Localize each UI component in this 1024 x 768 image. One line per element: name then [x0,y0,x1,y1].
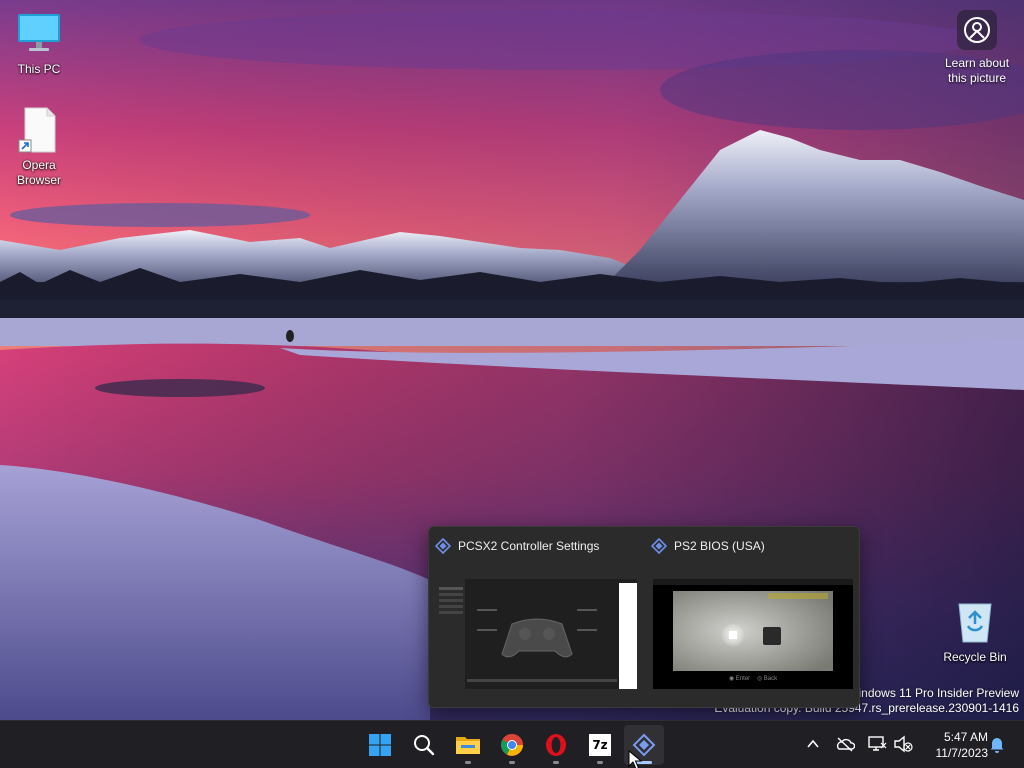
desktop-icon-label: Opera Browser [16,158,61,187]
taskbar-search-button[interactable] [404,725,444,765]
network-icon [868,736,887,751]
running-indicator [465,761,471,764]
desktop-icon-this-pc[interactable]: This PC [0,10,78,77]
thumbnail-pcsx2-controller-settings[interactable]: PCSX2 Controller Settings [429,527,643,707]
folder-icon [456,737,480,754]
thumbnail-title: PCSX2 Controller Settings [435,537,599,555]
camera-location-icon [957,10,997,50]
desktop-icon-label: Recycle Bin [943,650,1007,664]
opera-icon [546,734,566,756]
seven-zip-icon: 7z [589,734,611,756]
pcsx2-icon [651,538,667,554]
tray-volume[interactable] [892,733,914,755]
monitor-icon [15,10,63,58]
seven-zip-icon-text: 7z [592,738,608,752]
running-indicator [509,761,515,764]
pcsx2-icon [435,538,451,554]
mouse-cursor-icon [628,750,642,768]
taskbar-thumbnail-preview: PCSX2 Controller Settings PS2 BIOS (USA)… [428,526,860,708]
thumbnail-title-text: PS2 BIOS (USA) [674,539,765,553]
running-indicator [553,761,559,764]
taskbar-file-explorer[interactable] [448,725,488,765]
recycle-bin-icon [951,598,999,646]
tray-clock[interactable]: 5:47 AM 11/7/2023 [936,729,989,761]
taskbar-chrome[interactable] [492,725,532,765]
taskbar-opera[interactable] [536,725,576,765]
file-shortcut-icon [15,106,63,154]
thumbnail-image-bios: ◉ Enter ◎ Back [653,579,853,689]
chrome-icon [501,734,523,756]
taskbar-start-button[interactable] [360,725,400,765]
tray-onedrive[interactable] [834,733,856,755]
tray-show-hidden-icons[interactable] [802,733,824,755]
chevron-up-icon [807,739,819,748]
bios-back-hint: ◎ Back [756,676,778,682]
tray-notifications[interactable] [986,733,1008,755]
search-icon [414,735,435,756]
desktop-icon-recycle-bin[interactable]: Recycle Bin [936,598,1014,665]
volume-muted-icon [894,735,913,753]
bios-enter-hint: ◉ Enter [728,676,751,682]
learn-about-picture-label: Learn about this picture [944,56,1010,85]
desktop-icon-opera-browser[interactable]: Opera Browser [0,106,78,188]
windows-start-icon [369,734,391,756]
desktop-icon-label: This PC [17,62,61,76]
taskbar-7zip[interactable]: 7z [580,725,620,765]
thumbnail-title: PS2 BIOS (USA) [651,537,765,555]
notification-bell-icon [990,738,1004,753]
clock-time: 5:47 AM [943,730,988,744]
learn-about-picture[interactable]: Learn about this picture [932,10,1022,86]
thumbnail-image-controller-settings [437,579,637,689]
running-indicator [597,761,603,764]
onedrive-icon [836,737,855,752]
thumbnail-title-text: PCSX2 Controller Settings [458,539,600,553]
clock-date: 11/7/2023 [935,746,989,760]
tray-network[interactable] [866,733,888,755]
thumbnail-ps2-bios[interactable]: PS2 BIOS (USA) ◉ Enter ◎ Back [645,527,859,707]
taskbar: 7z 5:47 AM 11/7/2023 [0,720,1024,768]
